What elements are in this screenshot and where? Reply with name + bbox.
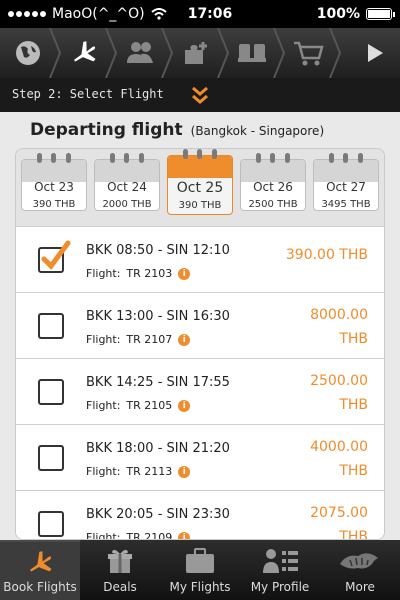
flight-row[interactable]: BKK 14:25 - SIN 17:55 Flight: TR 2105 i 25… [16, 359, 384, 425]
tab-label: Book Flights [3, 580, 77, 594]
date-label: Oct 24 [107, 180, 147, 194]
step-passengers[interactable] [112, 28, 174, 78]
info-icon[interactable]: i [178, 399, 191, 412]
info-icon[interactable]: i [178, 333, 191, 346]
info-icon[interactable]: i [178, 531, 191, 539]
flight-number: Flight: TR 2103 i [86, 267, 191, 280]
date-price: 2500 THB [248, 199, 298, 210]
tab-my-profile[interactable]: My Profile [240, 540, 320, 600]
globe-icon [16, 41, 40, 65]
flight-price: 2075.00 THB [310, 505, 368, 540]
flight-times: BKK 18:00 - SIN 21:20 [86, 441, 230, 456]
date-price: 2000 THB [102, 199, 152, 210]
tab-label: Deals [103, 580, 137, 594]
flight-checkbox[interactable] [38, 445, 64, 471]
flight-row[interactable]: BKK 18:00 - SIN 21:20 Flight: TR 2113 i 40… [16, 425, 384, 491]
info-icon[interactable]: i [178, 267, 191, 280]
tab-my-flights[interactable]: My Flights [160, 540, 240, 600]
battery-icon [366, 8, 395, 20]
flight-price: 8000.00 THB [310, 307, 368, 347]
flight-price: 2500.00 THB [310, 373, 368, 413]
step-label: Step 2: Select Flight [12, 87, 164, 101]
flight-number: Flight: TR 2109 i [86, 531, 191, 539]
profile-icon [263, 549, 298, 573]
flight-row[interactable]: BKK 13:00 - SIN 16:30 Flight: TR 2107 i 80… [16, 293, 384, 359]
next-icon [368, 44, 383, 62]
gift-icon [108, 549, 132, 573]
next-step-button[interactable] [350, 42, 400, 64]
step-bar: Step 2: Select Flight [0, 78, 400, 112]
tab-deals[interactable]: Deals [80, 540, 160, 600]
tab-label: My Flights [169, 580, 231, 594]
step-addons[interactable] [168, 28, 230, 78]
flight-price: 4000.00 THB [310, 439, 368, 479]
date-label: Oct 27 [326, 180, 366, 194]
flight-price: 390.00 THB [285, 247, 368, 263]
date-price: 390 THB [178, 200, 222, 211]
flight-number: Flight: TR 2113 i [86, 465, 191, 478]
wifi-icon [151, 8, 167, 20]
flight-times: BKK 20:05 - SIN 23:30 [86, 507, 230, 522]
tab-bar: Book Flights Deals My Flights My Profile… [0, 540, 400, 600]
step-flight[interactable] [56, 28, 118, 78]
flight-number: Flight: TR 2107 i [86, 333, 191, 346]
date-selector: Oct 23 390 THB Oct 24 2000 THB Oct 25 39… [16, 149, 384, 227]
route-label: (Bangkok - Singapore) [190, 124, 325, 138]
step-cart[interactable] [280, 28, 342, 78]
date-label: Oct 23 [34, 180, 74, 194]
tab-book-flights[interactable]: Book Flights [0, 540, 80, 600]
date-tab[interactable]: Oct 26 2500 THB [240, 153, 306, 211]
signal-icon [8, 11, 46, 17]
seats-icon [238, 44, 266, 62]
flight-selection-card: Oct 23 390 THB Oct 24 2000 THB Oct 25 39… [15, 148, 385, 540]
date-label: Oct 25 [176, 180, 224, 196]
date-tab-selected[interactable]: Oct 25 390 THB [167, 149, 233, 215]
flight-times: BKK 13:00 - SIN 16:30 [86, 309, 230, 324]
addons-icon [185, 42, 207, 64]
step-destination[interactable] [0, 28, 62, 78]
flight-checkbox[interactable] [38, 511, 64, 537]
flight-number: Flight: TR 2105 i [86, 399, 191, 412]
flight-times: BKK 08:50 - SIN 12:10 [86, 243, 230, 258]
section-heading: Departing flight (Bangkok - Singapore) [30, 120, 324, 140]
date-price: 390 THB [32, 199, 76, 210]
tab-label: My Profile [250, 580, 310, 594]
date-label: Oct 26 [253, 180, 293, 194]
plane-icon [74, 41, 96, 62]
battery-percent: 100% [316, 6, 360, 22]
flight-checkbox[interactable] [38, 313, 64, 339]
date-tab[interactable]: Oct 24 2000 THB [94, 153, 160, 211]
step-seats[interactable] [224, 28, 286, 78]
suitcase-icon [186, 548, 214, 573]
checkmark-icon [41, 240, 71, 270]
cart-icon [294, 41, 324, 66]
plane-icon [30, 551, 52, 572]
carrier-name: MaoO(^_^O) [52, 6, 145, 22]
tiger-icon [340, 553, 378, 569]
chevron-double-down-icon[interactable] [186, 82, 214, 110]
flight-checkbox[interactable] [38, 240, 71, 273]
info-icon[interactable]: i [178, 465, 191, 478]
status-bar: MaoO(^_^O) 17:06 100% [0, 0, 400, 28]
date-tab[interactable]: Oct 27 3495 THB [313, 153, 379, 211]
flight-row[interactable]: BKK 20:05 - SIN 23:30 Flight: TR 2109 i 20… [16, 491, 384, 540]
clock: 17:06 [187, 6, 233, 22]
date-tab[interactable]: Oct 23 390 THB [21, 153, 87, 211]
passengers-icon [127, 42, 153, 63]
tab-label: More [345, 580, 375, 594]
flight-checkbox[interactable] [38, 379, 64, 405]
tab-more[interactable]: More [320, 540, 400, 600]
date-price: 3495 THB [321, 199, 371, 210]
flight-times: BKK 14:25 - SIN 17:55 [86, 375, 230, 390]
booking-steps-nav [0, 28, 400, 78]
page-title: Departing flight [30, 120, 183, 140]
flight-row[interactable]: BKK 08:50 - SIN 12:10 Flight: TR 2103 i 39… [16, 227, 384, 293]
